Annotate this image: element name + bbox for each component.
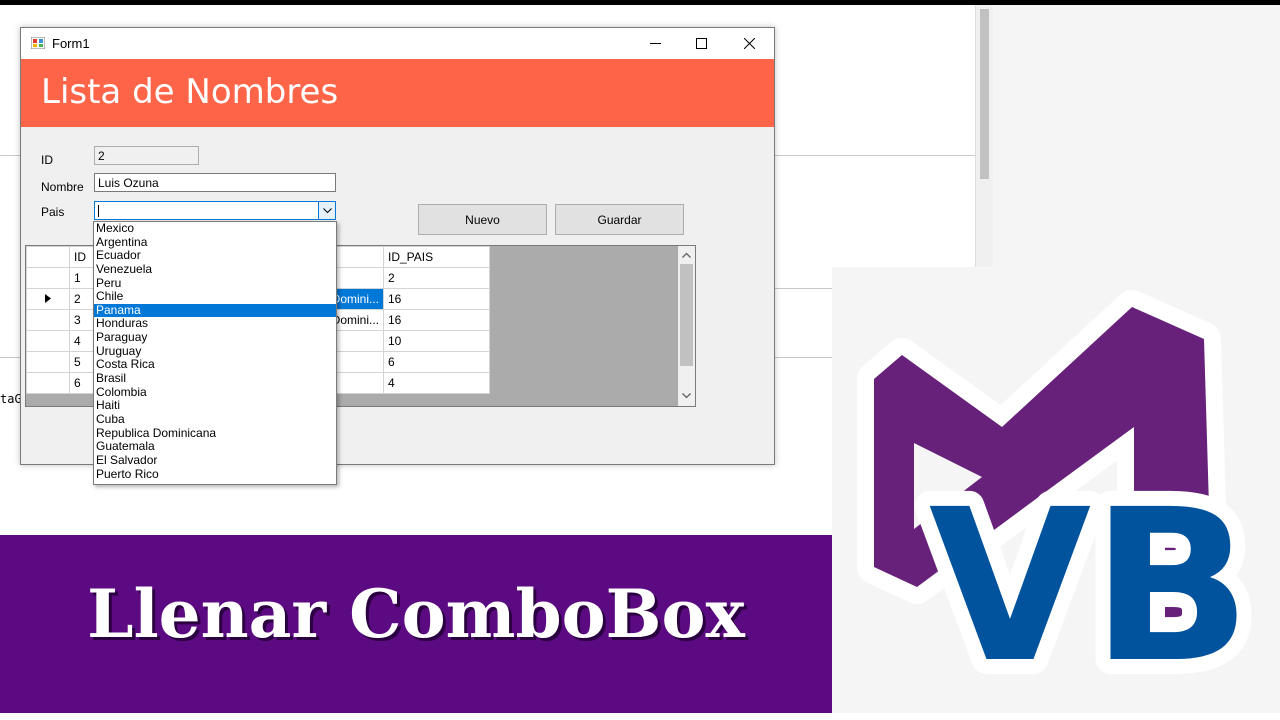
row-header[interactable] bbox=[26, 330, 70, 352]
maximize-icon bbox=[695, 38, 707, 49]
id-label: ID bbox=[41, 153, 53, 167]
cell-id-pais[interactable]: 6 bbox=[383, 351, 490, 373]
logo-area: VB VB bbox=[832, 267, 1280, 720]
row-header[interactable] bbox=[26, 351, 70, 373]
row-header-current[interactable] bbox=[26, 288, 70, 310]
scrollbar-thumb[interactable] bbox=[680, 264, 693, 366]
scrollbar-thumb[interactable] bbox=[980, 9, 989, 179]
scroll-up-button[interactable] bbox=[678, 246, 695, 263]
cell-id-pais[interactable]: 16 bbox=[383, 309, 490, 331]
dropdown-item-colombia[interactable]: Colombia bbox=[94, 385, 336, 400]
dropdown-item-uruguay[interactable]: Uruguay bbox=[94, 344, 336, 359]
logo-text: VB bbox=[929, 464, 1252, 709]
dropdown-item-guatemala[interactable]: Guatemala bbox=[94, 440, 336, 454]
dropdown-item-chile[interactable]: Chile bbox=[94, 290, 336, 304]
grid-column-header-id-pais[interactable]: ID_PAIS bbox=[383, 246, 490, 268]
dropdown-item-republica-dominicana[interactable]: Republica Dominicana bbox=[94, 426, 336, 441]
grid-corner-header[interactable] bbox=[26, 246, 70, 268]
pais-combobox[interactable] bbox=[94, 201, 336, 220]
row-header[interactable] bbox=[26, 372, 70, 394]
dropdown-item-ecuador[interactable]: Ecuador bbox=[94, 249, 336, 263]
visual-basic-logo-icon: VB VB bbox=[857, 290, 1266, 720]
maximize-button[interactable] bbox=[678, 28, 724, 59]
cell-id-pais[interactable]: 2 bbox=[383, 267, 490, 289]
nombre-label: Nombre bbox=[41, 180, 84, 194]
current-row-arrow-icon bbox=[45, 294, 51, 303]
dropdown-item-argentina[interactable]: Argentina bbox=[94, 235, 336, 250]
dropdown-item-mexico[interactable]: Mexico bbox=[94, 221, 336, 236]
dropdown-item-venezuela[interactable]: Venezuela bbox=[94, 262, 336, 277]
nombre-field[interactable]: Luis Ozuna bbox=[94, 173, 336, 192]
cell-id[interactable]: 5 bbox=[69, 351, 96, 373]
cell-id-pais[interactable]: 10 bbox=[383, 330, 490, 352]
grid-column-header-id[interactable]: ID bbox=[69, 246, 96, 268]
dropdown-item-puerto-rico[interactable]: Puerto Rico bbox=[94, 467, 336, 482]
dropdown-item-honduras[interactable]: Honduras bbox=[94, 317, 336, 331]
cell-id[interactable]: 6 bbox=[69, 372, 96, 394]
row-header[interactable] bbox=[26, 267, 70, 289]
combobox-dropdown-button[interactable] bbox=[318, 202, 335, 219]
row-header[interactable] bbox=[26, 309, 70, 331]
cell-id-pais[interactable]: 4 bbox=[383, 372, 490, 394]
window-title: Form1 bbox=[52, 36, 90, 51]
cell-id[interactable]: 4 bbox=[69, 330, 96, 352]
dropdown-item-cuba[interactable]: Cuba bbox=[94, 412, 336, 427]
guardar-button[interactable]: Guardar bbox=[555, 204, 684, 235]
text-caret bbox=[98, 205, 99, 217]
ide-side-panel bbox=[993, 5, 1280, 267]
bottom-strip bbox=[0, 713, 1280, 720]
chevron-down-icon bbox=[322, 207, 332, 213]
dropdown-item-peru[interactable]: Peru bbox=[94, 276, 336, 291]
dropdown-item-paraguay[interactable]: Paraguay bbox=[94, 330, 336, 345]
title-bar[interactable]: Form1 bbox=[21, 28, 774, 59]
banner-title: Lista de Nombres bbox=[41, 72, 339, 112]
cell-id-pais[interactable]: 16 bbox=[383, 288, 490, 310]
caption-title: Llenar ComboBox bbox=[87, 575, 745, 653]
chevron-down-icon bbox=[682, 392, 691, 398]
grid-scrollbar[interactable] bbox=[678, 246, 695, 406]
dropdown-item-panama[interactable]: Panama bbox=[94, 303, 336, 318]
cell-id[interactable]: 2 bbox=[69, 288, 96, 310]
cell-id[interactable]: 1 bbox=[69, 267, 96, 289]
dropdown-item-haiti[interactable]: Haiti bbox=[94, 399, 336, 413]
minimize-button[interactable] bbox=[632, 28, 678, 59]
chevron-up-icon bbox=[682, 252, 691, 258]
id-field[interactable]: 2 bbox=[94, 146, 199, 165]
nuevo-button[interactable]: Nuevo bbox=[418, 204, 547, 235]
dropdown-item-el-salvador[interactable]: El Salvador bbox=[94, 453, 336, 468]
scroll-down-button[interactable] bbox=[678, 387, 695, 404]
dropdown-item-costa-rica[interactable]: Costa Rica bbox=[94, 358, 336, 372]
close-button[interactable] bbox=[726, 28, 772, 59]
app-icon bbox=[31, 37, 45, 49]
header-banner: Lista de Nombres bbox=[21, 59, 774, 127]
cell-id[interactable]: 3 bbox=[69, 309, 96, 331]
minimize-icon bbox=[649, 43, 661, 44]
close-icon bbox=[743, 38, 755, 49]
dropdown-item-brasil[interactable]: Brasil bbox=[94, 371, 336, 386]
pais-dropdown-list[interactable]: Mexico Argentina Ecuador Venezuela Peru … bbox=[93, 221, 337, 485]
pais-label: Pais bbox=[41, 205, 65, 219]
ide-scrollbar[interactable] bbox=[975, 5, 994, 270]
code-fragment: taG bbox=[0, 392, 22, 406]
